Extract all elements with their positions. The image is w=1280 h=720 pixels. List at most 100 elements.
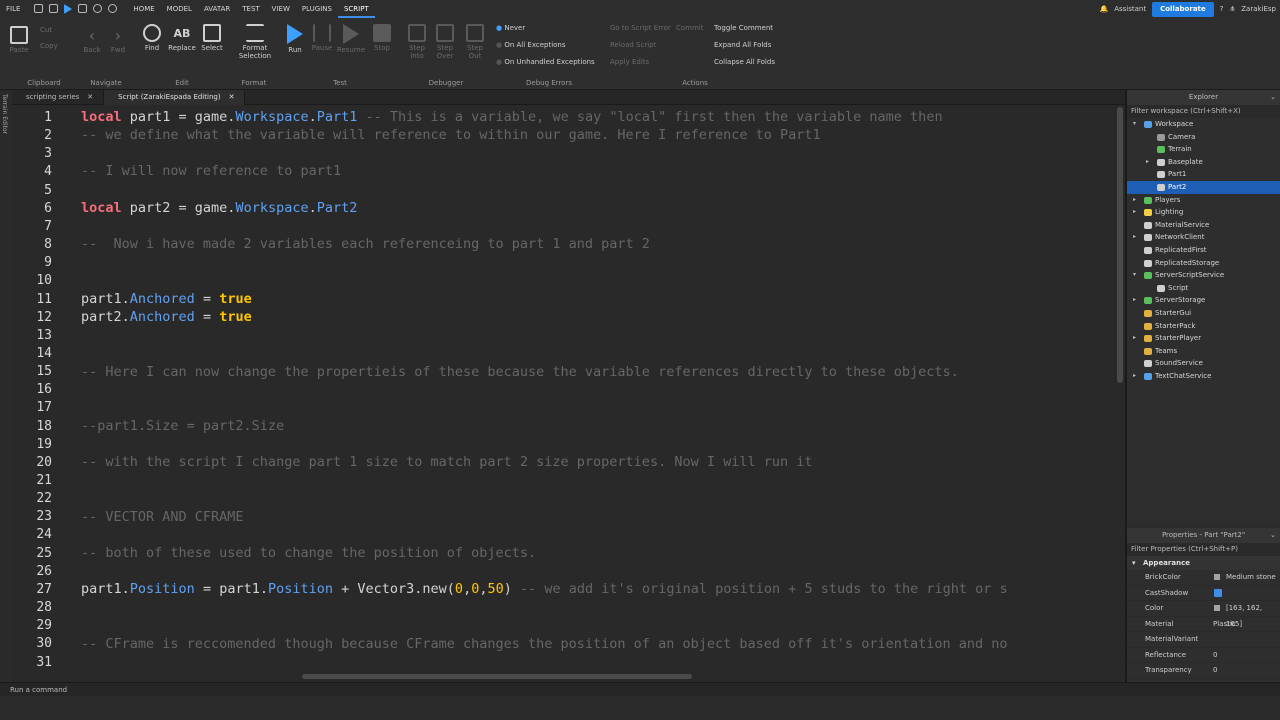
- commit-button[interactable]: Commit: [676, 24, 704, 32]
- explorer-item-workspace[interactable]: ▾ Workspace: [1127, 118, 1280, 131]
- explorer-item-starterplayer[interactable]: ▸ StarterPlayer: [1127, 332, 1280, 345]
- properties-filter-input[interactable]: Filter Properties (Ctrl+Shift+P): [1127, 543, 1280, 556]
- never-option[interactable]: ● Never: [496, 24, 525, 32]
- terrain-editor-tab[interactable]: Terrain Editor: [1, 94, 8, 134]
- play-icon[interactable]: [64, 4, 73, 14]
- user-name[interactable]: ZarakiEsp: [1241, 5, 1276, 13]
- close-icon[interactable]: ✕: [87, 93, 93, 101]
- explorer-item-terrain[interactable]: Terrain: [1127, 143, 1280, 156]
- explorer-item-part2[interactable]: Part2: [1127, 180, 1280, 194]
- script-editor[interactable]: 1 2 3 4 5 6 7 8 9 10 11 12 13 14 15 16 17 18 19 20 21 22 23 24 2…: [12, 105, 1125, 682]
- property-row[interactable]: Transparency 0: [1127, 663, 1280, 679]
- collapse-all-folds-button[interactable]: Collapse All Folds: [714, 58, 775, 66]
- tab-script[interactable]: Script (ZarakiEspada Editing) ✕: [104, 90, 246, 105]
- chevron-down-icon[interactable]: ⌄: [1270, 528, 1276, 543]
- property-row[interactable]: Reflectance 0: [1127, 648, 1280, 663]
- chevron-down-icon[interactable]: ▾: [1133, 118, 1139, 131]
- stop-button[interactable]: Stop: [370, 24, 394, 52]
- property-row[interactable]: Material Plastic: [1127, 617, 1280, 632]
- chevron-right-icon[interactable]: ▸: [1133, 231, 1139, 244]
- menu-plugins[interactable]: PLUGINS: [296, 0, 338, 18]
- reload-script-button[interactable]: Reload Script: [610, 41, 656, 49]
- stop-icon[interactable]: [78, 4, 88, 13]
- explorer-item-materialservice[interactable]: MaterialService: [1127, 219, 1280, 232]
- explorer-item-lighting[interactable]: ▸ Lighting: [1127, 206, 1280, 219]
- explorer-item-teams[interactable]: Teams: [1127, 345, 1280, 358]
- chevron-right-icon[interactable]: ▸: [1133, 194, 1139, 207]
- part-icon: [1157, 171, 1165, 179]
- apply-edits-button[interactable]: Apply Edits: [610, 58, 649, 66]
- go-to-script-error-button[interactable]: Go to Script Error: [610, 24, 671, 32]
- vertical-scrollbar[interactable]: [1117, 107, 1123, 383]
- all-exceptions-option[interactable]: ● On All Exceptions: [496, 41, 566, 49]
- expand-all-folds-button[interactable]: Expand All Folds: [714, 41, 771, 49]
- explorer-item-starterpack[interactable]: StarterPack: [1127, 320, 1280, 333]
- property-row[interactable]: CastShadow: [1127, 586, 1280, 601]
- explorer-item-soundservice[interactable]: SoundService: [1127, 357, 1280, 370]
- help-icon[interactable]: ?: [1220, 5, 1224, 13]
- explorer-item-networkclient[interactable]: ▸ NetworkClient: [1127, 231, 1280, 244]
- menu-test[interactable]: TEST: [236, 0, 265, 18]
- explorer-item-players[interactable]: ▸ Players: [1127, 194, 1280, 207]
- explorer-item-serverstorage[interactable]: ▸ ServerStorage: [1127, 294, 1280, 307]
- redo-icon[interactable]: [108, 4, 118, 13]
- explorer-item-textchatservice[interactable]: ▸ TextChatService: [1127, 370, 1280, 383]
- explorer-item-replicatedfirst[interactable]: ReplicatedFirst: [1127, 244, 1280, 257]
- chevron-right-icon[interactable]: ▸: [1133, 370, 1139, 383]
- chevron-right-icon[interactable]: ▸: [1133, 332, 1139, 345]
- save-icon[interactable]: [49, 4, 59, 13]
- explorer-item-startergui[interactable]: StarterGui: [1127, 307, 1280, 320]
- collaborate-button[interactable]: Collaborate: [1152, 1, 1214, 17]
- step-out-button[interactable]: Step Out: [462, 24, 488, 60]
- explorer-item-serverscriptservice[interactable]: ▾ ServerScriptService: [1127, 269, 1280, 282]
- step-over-button[interactable]: Step Over: [432, 24, 458, 60]
- property-row[interactable]: MaterialVariant: [1127, 632, 1280, 648]
- explorer-item-script[interactable]: Script: [1127, 282, 1280, 295]
- tab-scripting-series[interactable]: scripting series ✕: [12, 90, 105, 105]
- copy-button[interactable]: Copy: [40, 42, 58, 50]
- find-button[interactable]: Find: [140, 24, 164, 52]
- share-icon[interactable]: ⋔: [1229, 5, 1235, 13]
- appearance-section[interactable]: ▾ Appearance: [1127, 556, 1280, 570]
- format-selection-button[interactable]: Format Selection: [234, 24, 276, 60]
- close-icon[interactable]: ✕: [229, 93, 235, 101]
- assistant-button[interactable]: Assistant: [1114, 5, 1146, 13]
- checkbox-checked-icon[interactable]: [1214, 588, 1222, 597]
- property-row[interactable]: BrickColor Medium stone: [1127, 570, 1280, 586]
- chevron-right-icon[interactable]: ▸: [1146, 156, 1152, 169]
- paste-button[interactable]: Paste: [8, 26, 30, 54]
- explorer-filter-input[interactable]: Filter workspace (Ctrl+Shift+X): [1127, 105, 1280, 118]
- menu-home[interactable]: HOME: [127, 0, 160, 18]
- horizontal-scrollbar[interactable]: [302, 674, 692, 679]
- chevron-right-icon[interactable]: ▸: [1133, 206, 1139, 219]
- undo-icon[interactable]: [93, 4, 103, 13]
- step-into-button[interactable]: Step Into: [404, 24, 430, 60]
- back-button[interactable]: ‹ Back: [82, 26, 102, 54]
- explorer-item-part1[interactable]: Part1: [1127, 168, 1280, 181]
- menu-model[interactable]: MODEL: [161, 0, 198, 18]
- resume-button[interactable]: Resume: [336, 24, 366, 54]
- explorer-item-replicatedstorage[interactable]: ReplicatedStorage: [1127, 257, 1280, 270]
- chevron-down-icon[interactable]: ⌄: [1270, 90, 1276, 105]
- cut-button[interactable]: Cut: [40, 26, 52, 34]
- run-button[interactable]: Run: [284, 24, 306, 54]
- explorer-item-camera[interactable]: Camera: [1127, 131, 1280, 144]
- chevron-down-icon[interactable]: ▾: [1133, 269, 1139, 282]
- new-file-icon[interactable]: [34, 4, 44, 13]
- replace-button[interactable]: AB Replace: [166, 24, 198, 52]
- code-area[interactable]: local part1 = game.Workspace.Part1 -- Th…: [81, 105, 1113, 682]
- pause-button[interactable]: Pause: [310, 24, 334, 52]
- select-button[interactable]: Select: [200, 24, 224, 52]
- menu-avatar[interactable]: AVATAR: [198, 0, 236, 18]
- menu-view[interactable]: VIEW: [266, 0, 296, 18]
- unhandled-exceptions-option[interactable]: ● On Unhandled Exceptions: [496, 58, 595, 66]
- toggle-comment-button[interactable]: Toggle Comment: [714, 24, 773, 32]
- chevron-right-icon[interactable]: ▸: [1133, 294, 1139, 307]
- explorer-item-baseplate[interactable]: ▸ Baseplate: [1127, 156, 1280, 169]
- bell-icon[interactable]: 🔔: [1099, 5, 1108, 13]
- menu-file[interactable]: FILE: [0, 0, 26, 18]
- property-row[interactable]: Color [163, 162, 165]: [1127, 601, 1280, 628]
- forward-button[interactable]: › Fwd: [108, 26, 128, 54]
- command-bar[interactable]: Run a command: [0, 682, 1280, 696]
- menu-script[interactable]: SCRIPT: [337, 0, 375, 18]
